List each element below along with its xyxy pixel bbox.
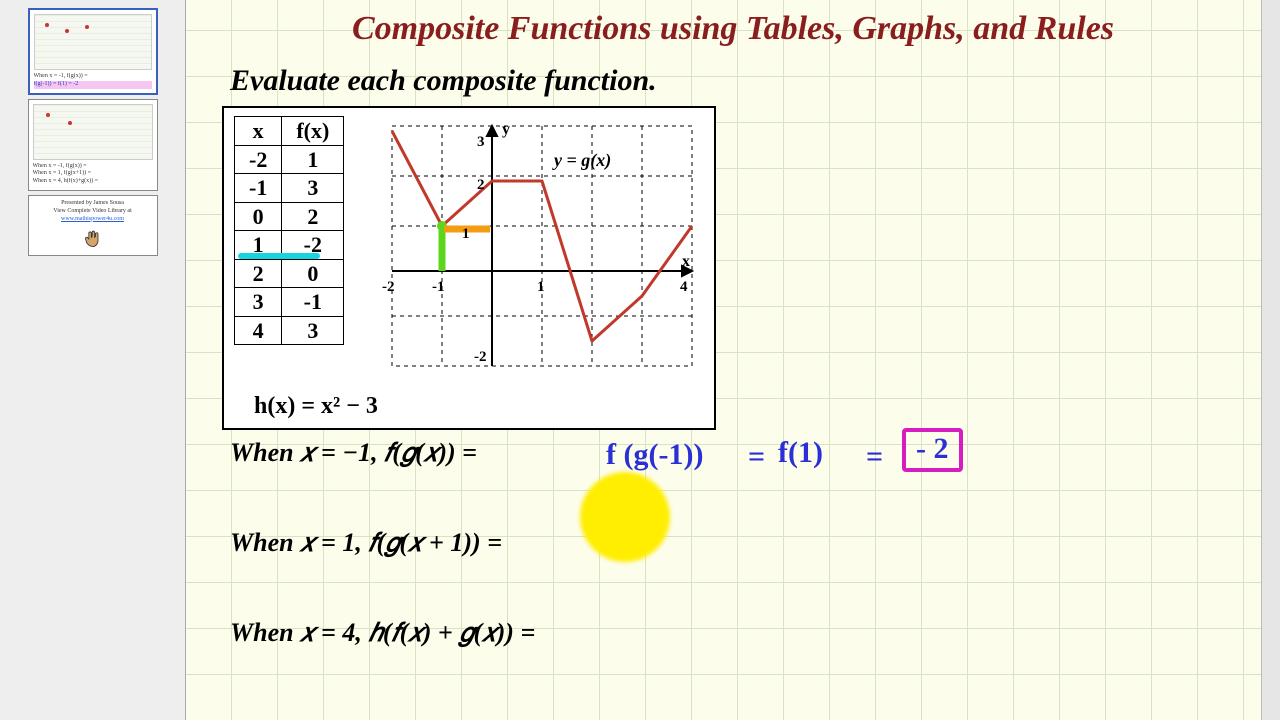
cell: 1 bbox=[282, 145, 344, 174]
svg-text:3: 3 bbox=[477, 134, 485, 150]
cell: -1 bbox=[282, 288, 344, 317]
svg-text:-1: -1 bbox=[432, 279, 445, 295]
thumb2-line2: When x = 1, f(g(x+1)) = bbox=[33, 170, 153, 178]
cell: 3 bbox=[282, 316, 344, 345]
cell: 3 bbox=[235, 288, 282, 317]
work-answer-box: - 2 bbox=[902, 428, 963, 472]
cell: 2 bbox=[235, 259, 282, 288]
thumb3-author: Presented by James Sousa bbox=[33, 200, 153, 208]
app-root: When x = -1, f(g(x)) = f(g(-1)) = f(1) =… bbox=[0, 0, 1280, 720]
work-eq2: = bbox=[866, 442, 883, 472]
thumb3-caption: View Complete Video Library at bbox=[33, 208, 153, 216]
work-step-a: f (g(-1)) bbox=[606, 440, 703, 470]
thumb2-line3: When x = 4, h(f(x)+g(x)) = bbox=[33, 178, 153, 186]
work-step-b: f(1) bbox=[778, 438, 823, 468]
thumbnail-slide-3[interactable]: Presented by James Sousa View Complete V… bbox=[28, 195, 158, 256]
cell: -2 bbox=[235, 145, 282, 174]
page-subtitle: Evaluate each composite function. bbox=[230, 64, 657, 98]
svg-text:1: 1 bbox=[537, 279, 545, 295]
h-rule: h(x) = x² − 3 bbox=[254, 393, 378, 420]
svg-text:4: 4 bbox=[680, 279, 688, 295]
th-x: x bbox=[235, 117, 282, 146]
slide-thumbnail-panel: When x = -1, f(g(x)) = f(g(-1)) = f(1) =… bbox=[0, 0, 186, 720]
main-slide: Composite Functions using Tables, Graphs… bbox=[186, 0, 1280, 720]
svg-text:-2: -2 bbox=[382, 279, 395, 295]
thumb1-line2: f(g(-1)) = f(1) = -2 bbox=[34, 81, 152, 89]
thumbnail-slide-1[interactable]: When x = -1, f(g(x)) = f(g(-1)) = f(1) =… bbox=[28, 8, 158, 95]
graph-gx: y x y = g(x) 3 2 1 -2 -2 -1 1 4 bbox=[382, 116, 702, 376]
graph-curve-label: y = g(x) bbox=[552, 150, 611, 171]
thumb3-link: www.mathispower4u.com bbox=[33, 216, 153, 224]
thumb2-line1: When x = -1, f(g(x)) = bbox=[33, 163, 153, 171]
table-row-highlight bbox=[238, 253, 320, 259]
thumb1-line1: When x = -1, f(g(x)) = bbox=[34, 73, 152, 81]
y-axis-label: y bbox=[502, 121, 510, 138]
cell: 0 bbox=[282, 259, 344, 288]
thumbnail-preview bbox=[34, 14, 152, 70]
svg-text:1: 1 bbox=[462, 226, 470, 242]
th-fx: f(x) bbox=[282, 117, 344, 146]
cell: -1 bbox=[235, 174, 282, 203]
problem-3-stem: When 𝑥 = 4, ℎ(𝑓(𝑥) + 𝑔(𝑥)) = bbox=[230, 618, 535, 720]
cell: 3 bbox=[282, 174, 344, 203]
cell: 0 bbox=[235, 202, 282, 231]
hand-cursor-icon bbox=[83, 229, 103, 249]
function-table: xf(x) -21 -13 02 1-2 20 3-1 43 bbox=[234, 116, 344, 345]
page-title: Composite Functions using Tables, Graphs… bbox=[186, 10, 1280, 48]
thumbnail-preview bbox=[33, 104, 153, 160]
highlighter-cursor bbox=[580, 472, 670, 562]
cell: 4 bbox=[235, 316, 282, 345]
svg-text:-2: -2 bbox=[474, 349, 487, 365]
work-eq1: = bbox=[748, 442, 765, 472]
thumbnail-slide-2[interactable]: When x = -1, f(g(x)) = When x = 1, f(g(x… bbox=[28, 99, 158, 191]
x-axis-label: x bbox=[682, 253, 690, 270]
vertical-scrollbar[interactable] bbox=[1261, 0, 1280, 720]
reference-box: xf(x) -21 -13 02 1-2 20 3-1 43 h(x) = x²… bbox=[222, 106, 716, 430]
cell: 2 bbox=[282, 202, 344, 231]
svg-text:2: 2 bbox=[477, 177, 485, 193]
